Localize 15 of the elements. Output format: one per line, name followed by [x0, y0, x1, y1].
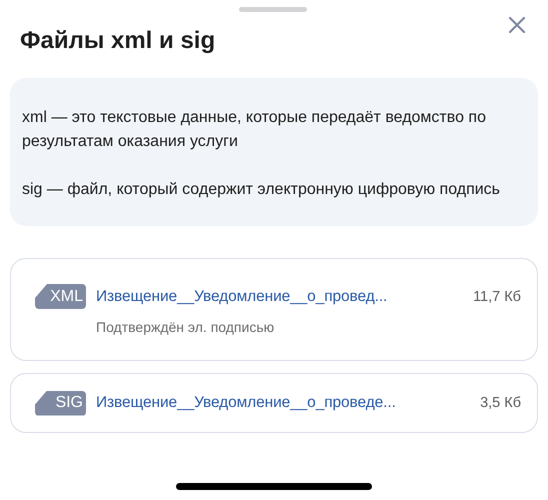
file-link[interactable]: Извещение__Уведомление__о_проведе... — [96, 394, 470, 412]
file-type-badge: XML — [35, 284, 86, 309]
sheet-title: Файлы xml и sig — [20, 26, 216, 55]
file-size: 11,7 Кб — [473, 288, 521, 304]
info-text: sig — файл, который содержит электронную цифровую подпись — [22, 180, 502, 200]
file-card[interactable]: XML Извещение__Уведомление__о_провед... 11,7 Кб Подтверждён эл. подписью — [10, 258, 538, 361]
file-size: 3,5 Кб — [480, 395, 521, 411]
close-button[interactable] — [506, 14, 528, 36]
drag-handle[interactable] — [239, 7, 307, 12]
file-type-badge: SIG — [35, 390, 86, 416]
close-icon — [508, 16, 526, 34]
file-card[interactable]: SIG Извещение__Уведомление__о_проведе... 3,5 Кб — [10, 373, 538, 433]
file-link[interactable]: Извещение__Уведомление__о_провед... — [96, 288, 464, 306]
signature-status: Подтверждён эл. подписью — [96, 319, 276, 335]
info-text: xml — это текстовые данные, которые передаёт ведомство по результатам оказания услуги — [22, 108, 487, 152]
